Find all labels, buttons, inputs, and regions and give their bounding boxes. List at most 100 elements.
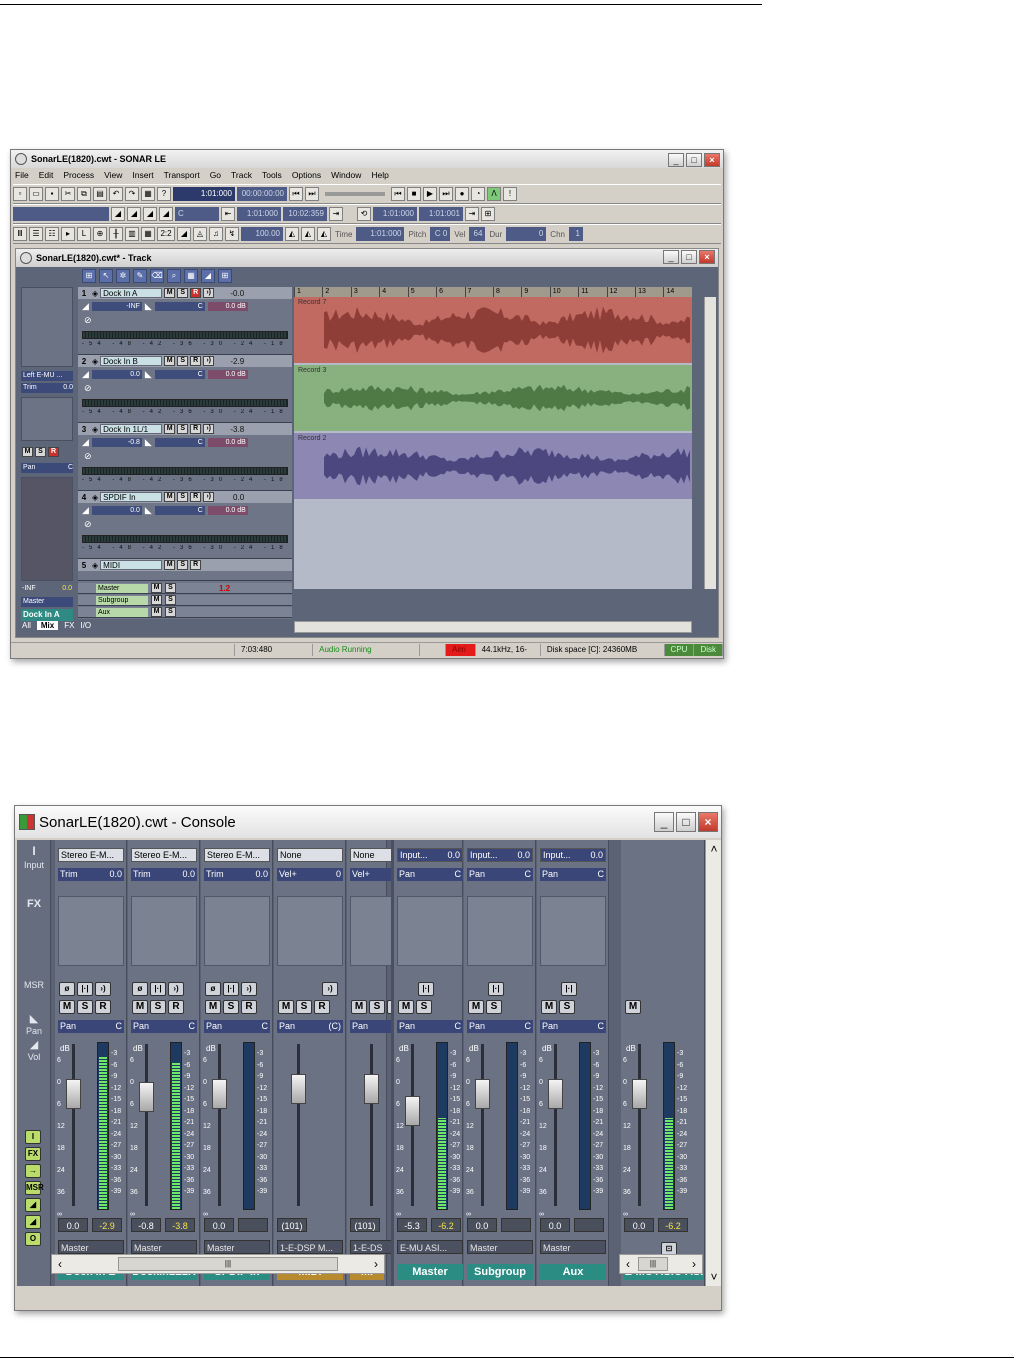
forward-marker-icon[interactable]: ⏭ xyxy=(305,187,319,201)
strip-trim-control[interactable]: Trim 0.0 xyxy=(58,868,124,881)
track-pan-center-field[interactable]: C xyxy=(154,369,205,379)
strip-volume-value[interactable]: (101) xyxy=(277,1218,307,1232)
strip-output-dropdown[interactable]: Master xyxy=(131,1240,197,1254)
strip-fx-bin[interactable] xyxy=(58,896,124,966)
track-gain-field[interactable]: 0.0 dB xyxy=(207,505,248,515)
track-gain-field[interactable]: 0.0 dB xyxy=(207,301,248,311)
inspector-fx-bin[interactable] xyxy=(21,397,73,441)
inspector-pan[interactable]: Pan C xyxy=(21,463,73,473)
scrub-icon[interactable]: ✲ xyxy=(116,269,130,283)
snap-icon-1[interactable]: ◢ xyxy=(111,207,125,221)
bus-solo-button[interactable]: S xyxy=(165,595,176,605)
track-record-button[interactable]: R xyxy=(190,288,202,298)
track-pan-field[interactable]: 0.0 xyxy=(91,505,142,515)
grid-view-icon[interactable]: ▦ xyxy=(141,227,155,241)
fader-knob[interactable] xyxy=(66,1079,81,1109)
interleave-icon[interactable]: |·| xyxy=(418,982,434,996)
record-arm-button[interactable]: R xyxy=(95,1000,111,1014)
tempo-icon-3[interactable]: ◭ xyxy=(317,227,331,241)
bus-solo-button[interactable]: S xyxy=(165,583,176,593)
bus-mute-button[interactable]: M xyxy=(151,583,162,593)
record-arm-button[interactable]: R xyxy=(241,1000,257,1014)
strip-input-dropdown[interactable]: Stereo E-M... xyxy=(131,848,197,862)
track-row[interactable]: 4 ◈ SPDIF In M S R ›) 0.0 ◢ 0.0 ◣ C 0.0 dB ⊘ -54 -48 -… xyxy=(78,491,292,559)
track-row[interactable]: 1 ◈ Dock In A M S R ›) -0.0 ◢ -INF ◣ C 0.0 dB ⊘ -54 -4… xyxy=(78,287,292,355)
pan-module-label[interactable]: Pan xyxy=(19,1026,49,1036)
fader-knob[interactable] xyxy=(291,1074,306,1104)
go-to-start-icon[interactable]: ⏮ xyxy=(391,187,405,201)
metronome-icon[interactable]: Λ xyxy=(487,187,501,201)
solo-button[interactable]: S xyxy=(486,1000,502,1014)
console-horizontal-scrollbar[interactable]: ‹ ||| › xyxy=(51,1254,385,1274)
volume-fader[interactable] xyxy=(361,1040,381,1210)
strip-input-dropdown[interactable]: Input... 0.0 xyxy=(467,848,533,862)
strip-fx-bin[interactable] xyxy=(131,896,197,966)
track-record-button[interactable]: R xyxy=(190,356,202,366)
input-echo-button[interactable]: ›) xyxy=(203,356,215,366)
volume-fader[interactable] xyxy=(629,1040,649,1210)
scroll-up-icon[interactable]: ˄ xyxy=(706,840,721,858)
track-mute-button[interactable]: M xyxy=(164,356,176,366)
solo-button[interactable]: S xyxy=(559,1000,575,1014)
input-echo-icon[interactable]: ›) xyxy=(168,982,184,996)
mixer-view-icon[interactable]: ╫ xyxy=(109,227,123,241)
phase-icon[interactable]: ⊘ xyxy=(84,383,92,394)
scroll-left-icon[interactable]: ‹ xyxy=(52,1255,68,1273)
go-to-end-icon[interactable]: ⏭ xyxy=(439,187,453,201)
track-maximize-button[interactable]: □ xyxy=(681,250,697,264)
menu-process[interactable]: Process xyxy=(63,170,94,180)
track-close-button[interactable]: × xyxy=(699,250,715,264)
bus-mute-button[interactable]: M xyxy=(151,595,162,605)
track-solo-button[interactable]: S xyxy=(177,288,189,298)
phase-invert-icon[interactable]: ø xyxy=(59,982,75,996)
input-echo-icon[interactable]: ›) xyxy=(241,982,257,996)
minimize-button[interactable]: _ xyxy=(668,153,684,167)
interleave-icon[interactable]: |·| xyxy=(561,982,577,996)
tempo-icon-1[interactable]: ◭ xyxy=(285,227,299,241)
strip-trim-control[interactable]: Pan C xyxy=(467,868,533,881)
loop-thru-field[interactable]: 1:01:001 xyxy=(419,207,463,221)
strip-pan-control[interactable]: Pan C xyxy=(467,1020,533,1033)
inspector-record-button[interactable]: R xyxy=(48,447,59,457)
solo-button[interactable]: S xyxy=(77,1000,93,1014)
snap-icon-4[interactable]: ◢ xyxy=(159,207,173,221)
track-view-titlebar[interactable]: SonarLE(1820).cwt* - Track _ □ × xyxy=(16,249,718,267)
now-time-slider[interactable] xyxy=(325,192,385,196)
record-arm-button[interactable]: R xyxy=(314,1000,330,1014)
strip-trim-control[interactable]: Pan C xyxy=(397,868,463,881)
help-icon[interactable]: ? xyxy=(157,187,171,201)
selection-from-field[interactable]: 1:01:000 xyxy=(237,207,281,221)
mute-button[interactable]: M xyxy=(468,1000,484,1014)
track-pan-field[interactable]: 0.0 xyxy=(91,369,142,379)
input-module-label[interactable]: Input xyxy=(19,860,49,870)
fader-knob[interactable] xyxy=(405,1096,420,1126)
strip-input-dropdown[interactable]: Stereo E-M... xyxy=(204,848,270,862)
track-name-field[interactable]: Dock In B xyxy=(100,356,163,366)
track-name-field[interactable]: Dock In 1L/1 xyxy=(100,424,163,434)
strip-output-dropdown[interactable]: 1-E-DSP M... xyxy=(277,1240,343,1254)
tab-mix[interactable]: Mix xyxy=(36,620,59,630)
strip-fx-bin[interactable] xyxy=(540,896,606,966)
main-scroll-thumb[interactable]: ||| xyxy=(638,1257,668,1271)
track-row[interactable]: 2 ◈ Dock In B M S R ›) -2.9 ◢ 0.0 ◣ C 0.0 dB ⊘ -54 -48… xyxy=(78,355,292,423)
track-solo-button[interactable]: S xyxy=(177,356,189,366)
strip-name[interactable]: Aux xyxy=(540,1264,606,1280)
record-options-icon[interactable]: ◔ xyxy=(471,187,485,201)
strip-volume-value[interactable]: -5.3 xyxy=(397,1218,427,1232)
phase-invert-icon[interactable]: ø xyxy=(132,982,148,996)
solo-button[interactable]: S xyxy=(150,1000,166,1014)
mute-button[interactable]: M xyxy=(59,1000,75,1014)
copy-icon[interactable]: ⧉ xyxy=(77,187,91,201)
velocity-field[interactable]: 64 xyxy=(469,227,486,241)
console-view-button[interactable]: O xyxy=(25,1232,41,1246)
key-dropdown[interactable]: C xyxy=(175,207,219,221)
track-horizontal-scrollbar[interactable] xyxy=(294,621,692,633)
track-record-button[interactable]: R xyxy=(190,424,202,434)
midi-r-button[interactable]: R xyxy=(190,560,202,570)
lyrics-icon[interactable]: L xyxy=(77,227,91,241)
track-name-field[interactable]: Dock In A xyxy=(100,288,163,298)
phase-icon[interactable]: ⊘ xyxy=(84,315,92,326)
input-echo-icon[interactable]: ›) xyxy=(95,982,111,996)
track-solo-button[interactable]: S xyxy=(177,424,189,434)
bus-row[interactable]: Master M S 1.2 xyxy=(78,583,292,594)
